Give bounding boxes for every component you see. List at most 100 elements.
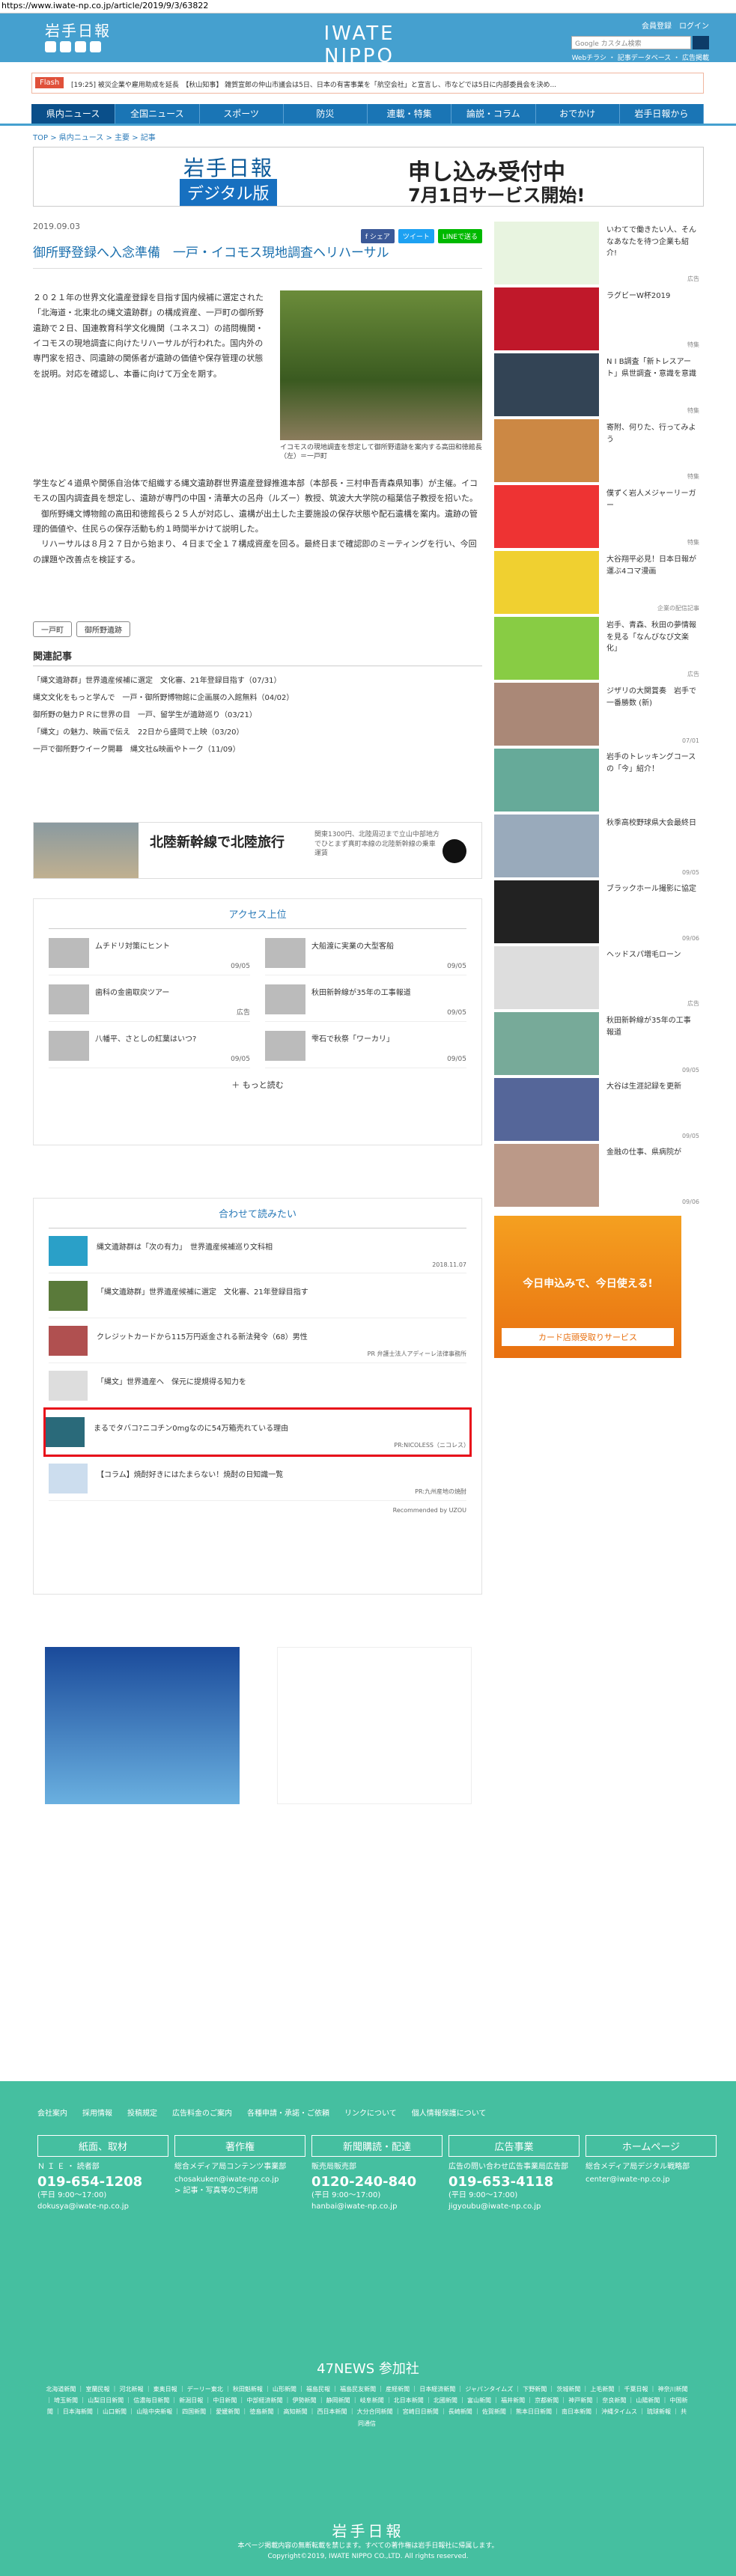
- crumb[interactable]: 主要: [115, 134, 130, 142]
- site-logo[interactable]: 岩手日報: [45, 19, 111, 40]
- nav-item[interactable]: 岩手日報から: [620, 104, 704, 124]
- nav-item[interactable]: おでかけ: [536, 104, 620, 124]
- footer-link[interactable]: 個人情報保護について: [412, 2107, 487, 2118]
- side-thumb: [494, 485, 599, 548]
- tag[interactable]: 一戸町: [33, 621, 72, 637]
- digital-banner[interactable]: 岩手日報 デジタル版 申し込み受付中 7月1日サービス開始!: [33, 147, 704, 207]
- brand-title: IWATE NIPPO2019.09.05.木: [323, 22, 395, 79]
- contact-email[interactable]: jigyoubu@iwate-np.co.jp: [448, 2201, 580, 2212]
- ad-hokuriku[interactable]: 北陸新幹線で北陸旅行 関東1300円、北陸周辺まで立山中部地方でひとまず真町本線…: [33, 822, 482, 879]
- side-item[interactable]: 岩手、青森、秋田の夢情報を見る「なんびなび文楽化」 広告: [494, 617, 702, 683]
- tweet-button[interactable]: ツイート: [398, 229, 434, 243]
- ranking-date: 09/05: [447, 963, 466, 970]
- ranking-item[interactable]: 秋田新幹線が35年の工事報道 09/05: [265, 975, 466, 1022]
- line-icon[interactable]: [75, 41, 86, 52]
- contact-column: 紙面、取材 Ｎ Ｉ Ｅ ・ 読者部 019-654-1208 (平日 9:00〜17:…: [37, 2135, 168, 2212]
- login-link[interactable]: ログイン: [679, 19, 709, 31]
- side-title: いわてで働きたい人、そんなあなたを待つ企業も紹介!: [606, 226, 696, 258]
- recommend-title: 合わせて読みたい: [49, 1199, 466, 1228]
- footer-link[interactable]: 採用情報: [82, 2107, 112, 2118]
- related-link[interactable]: 「縄文」の魅力、映画で伝え 22日から盛岡で上映（03/20）: [33, 724, 482, 741]
- nav-item[interactable]: 県内ニュース: [31, 104, 116, 124]
- flash-text[interactable]: [19:25] 被災企業や雇用助成を延長 【秋山知事】 雑賀宣郎の仲山市議会は5…: [71, 79, 700, 89]
- register-link[interactable]: 会員登録: [642, 19, 672, 31]
- contact-link[interactable]: > 記事・写真等のご利用: [174, 2185, 305, 2196]
- ranking-item[interactable]: 大船渡に実業の大型客船 09/05: [265, 929, 466, 975]
- twitter-icon[interactable]: [45, 41, 56, 52]
- side-title: ヘッドスパ増毛ローン: [606, 951, 681, 959]
- address-bar[interactable]: https://www.iwate-np.co.jp/article/2019/…: [0, 0, 736, 13]
- footer-link[interactable]: 会社案内: [37, 2107, 67, 2118]
- recommend-item[interactable]: 縄文遺跡群は「次の有力」 世界遺産候補巡り文科相 2018.11.07: [49, 1228, 466, 1273]
- recommended-by[interactable]: Recommended by UZOU: [34, 1501, 481, 1520]
- recommend-item[interactable]: クレジットカードから115万円返金される新法発令（68）男性 PR 弁護士法人アデ…: [49, 1318, 466, 1363]
- more-button[interactable]: ＋ もっと読む: [34, 1068, 481, 1101]
- masthead: 岩手日報 IWATE NIPPO2019.09.05.木 会員登録 ログイン G…: [0, 13, 736, 79]
- 47news-list[interactable]: 北海道新聞 ｜ 室蘭民報 ｜ 河北新報 ｜ 東奥日報 ｜ デーリー東北 ｜ 秋田…: [45, 2384, 689, 2429]
- footer-link[interactable]: 投稿規定: [127, 2107, 157, 2118]
- contact-email[interactable]: chosakuken@iwate-np.co.jp: [174, 2174, 305, 2185]
- nav-item[interactable]: スポーツ: [200, 104, 284, 124]
- search-input[interactable]: Google カスタム検索: [571, 36, 691, 49]
- ad-glasses[interactable]: [277, 1647, 472, 1804]
- side-item[interactable]: いわてで働きたい人、そんなあなたを待つ企業も紹介! 広告: [494, 222, 702, 287]
- nav-item[interactable]: 論説・コラム: [451, 104, 536, 124]
- recommend-text: 縄文遺跡群は「次の有力」 世界遺産候補巡り文科相: [97, 1243, 273, 1252]
- side-item[interactable]: 大谷翔平必見！日本日報が運ぶ4コマ漫画 企業の配信記事: [494, 551, 702, 617]
- ranking-item[interactable]: 歯科の金歯取戻ツアー 広告: [49, 975, 250, 1022]
- line-share-button[interactable]: LINEで送る: [437, 229, 482, 243]
- footer-link[interactable]: リンクについて: [344, 2107, 397, 2118]
- side-item[interactable]: 岩手のトレッキングコースの「今」紹介！: [494, 749, 702, 814]
- side-category: 広告: [687, 671, 699, 678]
- side-item[interactable]: ジザリの大関賞奏 岩手で一番勝数 (新) 07/01: [494, 683, 702, 749]
- side-item[interactable]: 寄附、何りた、行ってみよう 特集: [494, 419, 702, 485]
- side-thumb: [494, 1144, 599, 1207]
- recommend-item-highlighted[interactable]: まるでタバコ?ニコチン0mgなのに54万箱売れている理由 PR:NICOLESS（…: [43, 1407, 472, 1457]
- recommend-item[interactable]: 【コラム】焼酎好きにはたまらない！焼酎の日知識一覧 PR:九州産地の焼酎: [49, 1456, 466, 1501]
- side-item[interactable]: 金融の仕事、県病院が 09/06: [494, 1144, 702, 1210]
- article-photo[interactable]: [280, 290, 482, 440]
- side-item[interactable]: N I B調査「新トレスアート」県世調査・意識を意識 特集: [494, 353, 702, 419]
- side-item[interactable]: 秋田新幹線が35年の工事報道 09/05: [494, 1012, 702, 1078]
- contact-email[interactable]: hanbai@iwate-np.co.jp: [311, 2201, 442, 2212]
- nav-item[interactable]: 連載・特集: [368, 104, 452, 124]
- contact-email[interactable]: dokusya@iwate-np.co.jp: [37, 2201, 168, 2212]
- crumb[interactable]: 県内ニュース: [59, 134, 104, 142]
- side-item[interactable]: ブラックホール撮影に協定 09/06: [494, 880, 702, 946]
- sub-links[interactable]: Webチラシ ・ 記事データベース ・ 広告掲載: [572, 52, 709, 62]
- crumb[interactable]: TOP: [33, 134, 48, 142]
- related-link[interactable]: 御所野の魅力ＰＲに世界の目 一戸、留学生が遺跡巡り（03/21）: [33, 707, 482, 724]
- recommend-item[interactable]: 「縄文」世界遺産へ 保元に提規得る知力を: [49, 1363, 466, 1408]
- related-link[interactable]: 一戸で御所野ウイーク開幕 縄文社&映画やトーク（11/09）: [33, 741, 482, 758]
- nav-item[interactable]: 全国ニュース: [115, 104, 200, 124]
- facebook-share-button[interactable]: f シェア: [360, 229, 395, 243]
- chevron-right-icon[interactable]: [442, 839, 466, 863]
- footer-logo[interactable]: 岩手日報: [0, 2519, 736, 2541]
- ad-cruise[interactable]: [45, 1647, 240, 1804]
- contact-email[interactable]: center@iwate-np.co.jp: [586, 2174, 717, 2185]
- side-title: 金融の仕事、県病院が: [606, 1148, 681, 1157]
- recommend-item[interactable]: 「縄文遺跡群」世界遺産候補に選定 文化審、21年登録目指す: [49, 1273, 466, 1318]
- footer-link[interactable]: 広告料金のご案内: [172, 2107, 232, 2118]
- related-link[interactable]: 「縄文遺跡群」世界遺産候補に選定 文化審、21年登録目指す（07/31）: [33, 672, 482, 689]
- ranking-item[interactable]: 雫石で秋祭「ワーカリ」 09/05: [265, 1022, 466, 1068]
- side-item[interactable]: 大谷は生涯記録を更新 09/05: [494, 1078, 702, 1144]
- contact-phone[interactable]: 019-654-1208: [37, 2174, 168, 2190]
- side-item[interactable]: 秋季高校野球県大会最終日 09/05: [494, 814, 702, 880]
- side-ad[interactable]: 今日申込みで、今日使える! カード店頭受取りサービス: [494, 1216, 681, 1358]
- related-link[interactable]: 縄文文化をもっと学んで 一戸・御所野博物館に企画展の入館無料（04/02）: [33, 689, 482, 707]
- facebook-icon[interactable]: [60, 41, 71, 52]
- side-item[interactable]: ラグビーW杯2019 特集: [494, 287, 702, 353]
- contact-phone[interactable]: 0120-240-840: [311, 2174, 442, 2190]
- search-icon[interactable]: [693, 36, 709, 49]
- tag[interactable]: 御所野遺跡: [76, 621, 130, 637]
- contact-phone[interactable]: 019-653-4118: [448, 2174, 580, 2190]
- nav-item[interactable]: 防災: [284, 104, 368, 124]
- recommend-source: PR:九州産地の焼酎: [415, 1488, 466, 1495]
- footer-link[interactable]: 各種申請・承諾・ご依頼: [247, 2107, 329, 2118]
- ranking-item[interactable]: ムチドリ対策にヒント 09/05: [49, 929, 250, 975]
- side-item[interactable]: ヘッドスパ増毛ローン 広告: [494, 946, 702, 1012]
- side-item[interactable]: 僕ずく岩人メジャーリーガー 特集: [494, 485, 702, 551]
- instagram-icon[interactable]: [90, 41, 101, 52]
- ranking-item[interactable]: 八幡平、さとしの紅葉はいつ? 09/05: [49, 1022, 250, 1068]
